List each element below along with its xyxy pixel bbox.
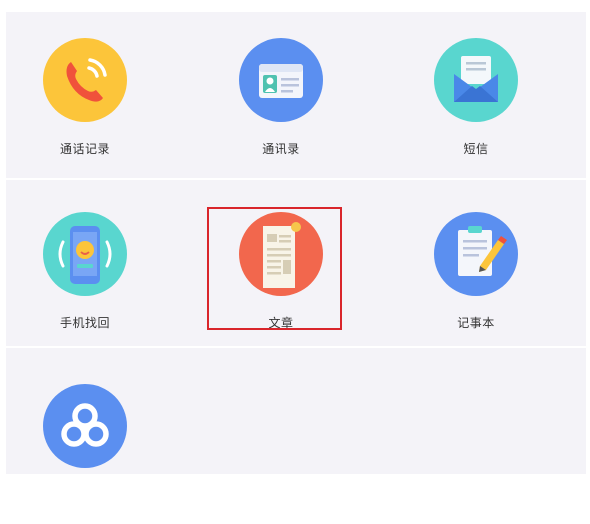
app-label: 通话记录 [59, 142, 110, 156]
app-contacts[interactable]: 通讯录 [211, 38, 351, 178]
envelope-icon [434, 38, 518, 122]
app-find-phone[interactable]: 手机找回 [15, 212, 155, 352]
app-notepad[interactable]: 记事本 [406, 212, 546, 352]
app-label: 记事本 [457, 316, 495, 330]
phone-icon [43, 38, 127, 122]
app-cloud[interactable] [15, 384, 155, 524]
app-label: 手机找回 [59, 316, 110, 330]
app-article[interactable]: 文章 [211, 212, 351, 352]
document-icon [239, 212, 323, 296]
phone-locate-icon [43, 212, 127, 296]
app-label: 文章 [268, 316, 294, 330]
notepad-pencil-icon [434, 212, 518, 296]
app-label: 短信 [463, 142, 489, 156]
app-label: 通讯录 [262, 142, 300, 156]
app-sms[interactable]: 短信 [406, 38, 546, 178]
contact-card-icon [239, 38, 323, 122]
row-divider [6, 178, 586, 180]
app-call-log[interactable]: 通话记录 [15, 38, 155, 178]
cloud-icon [43, 384, 127, 468]
